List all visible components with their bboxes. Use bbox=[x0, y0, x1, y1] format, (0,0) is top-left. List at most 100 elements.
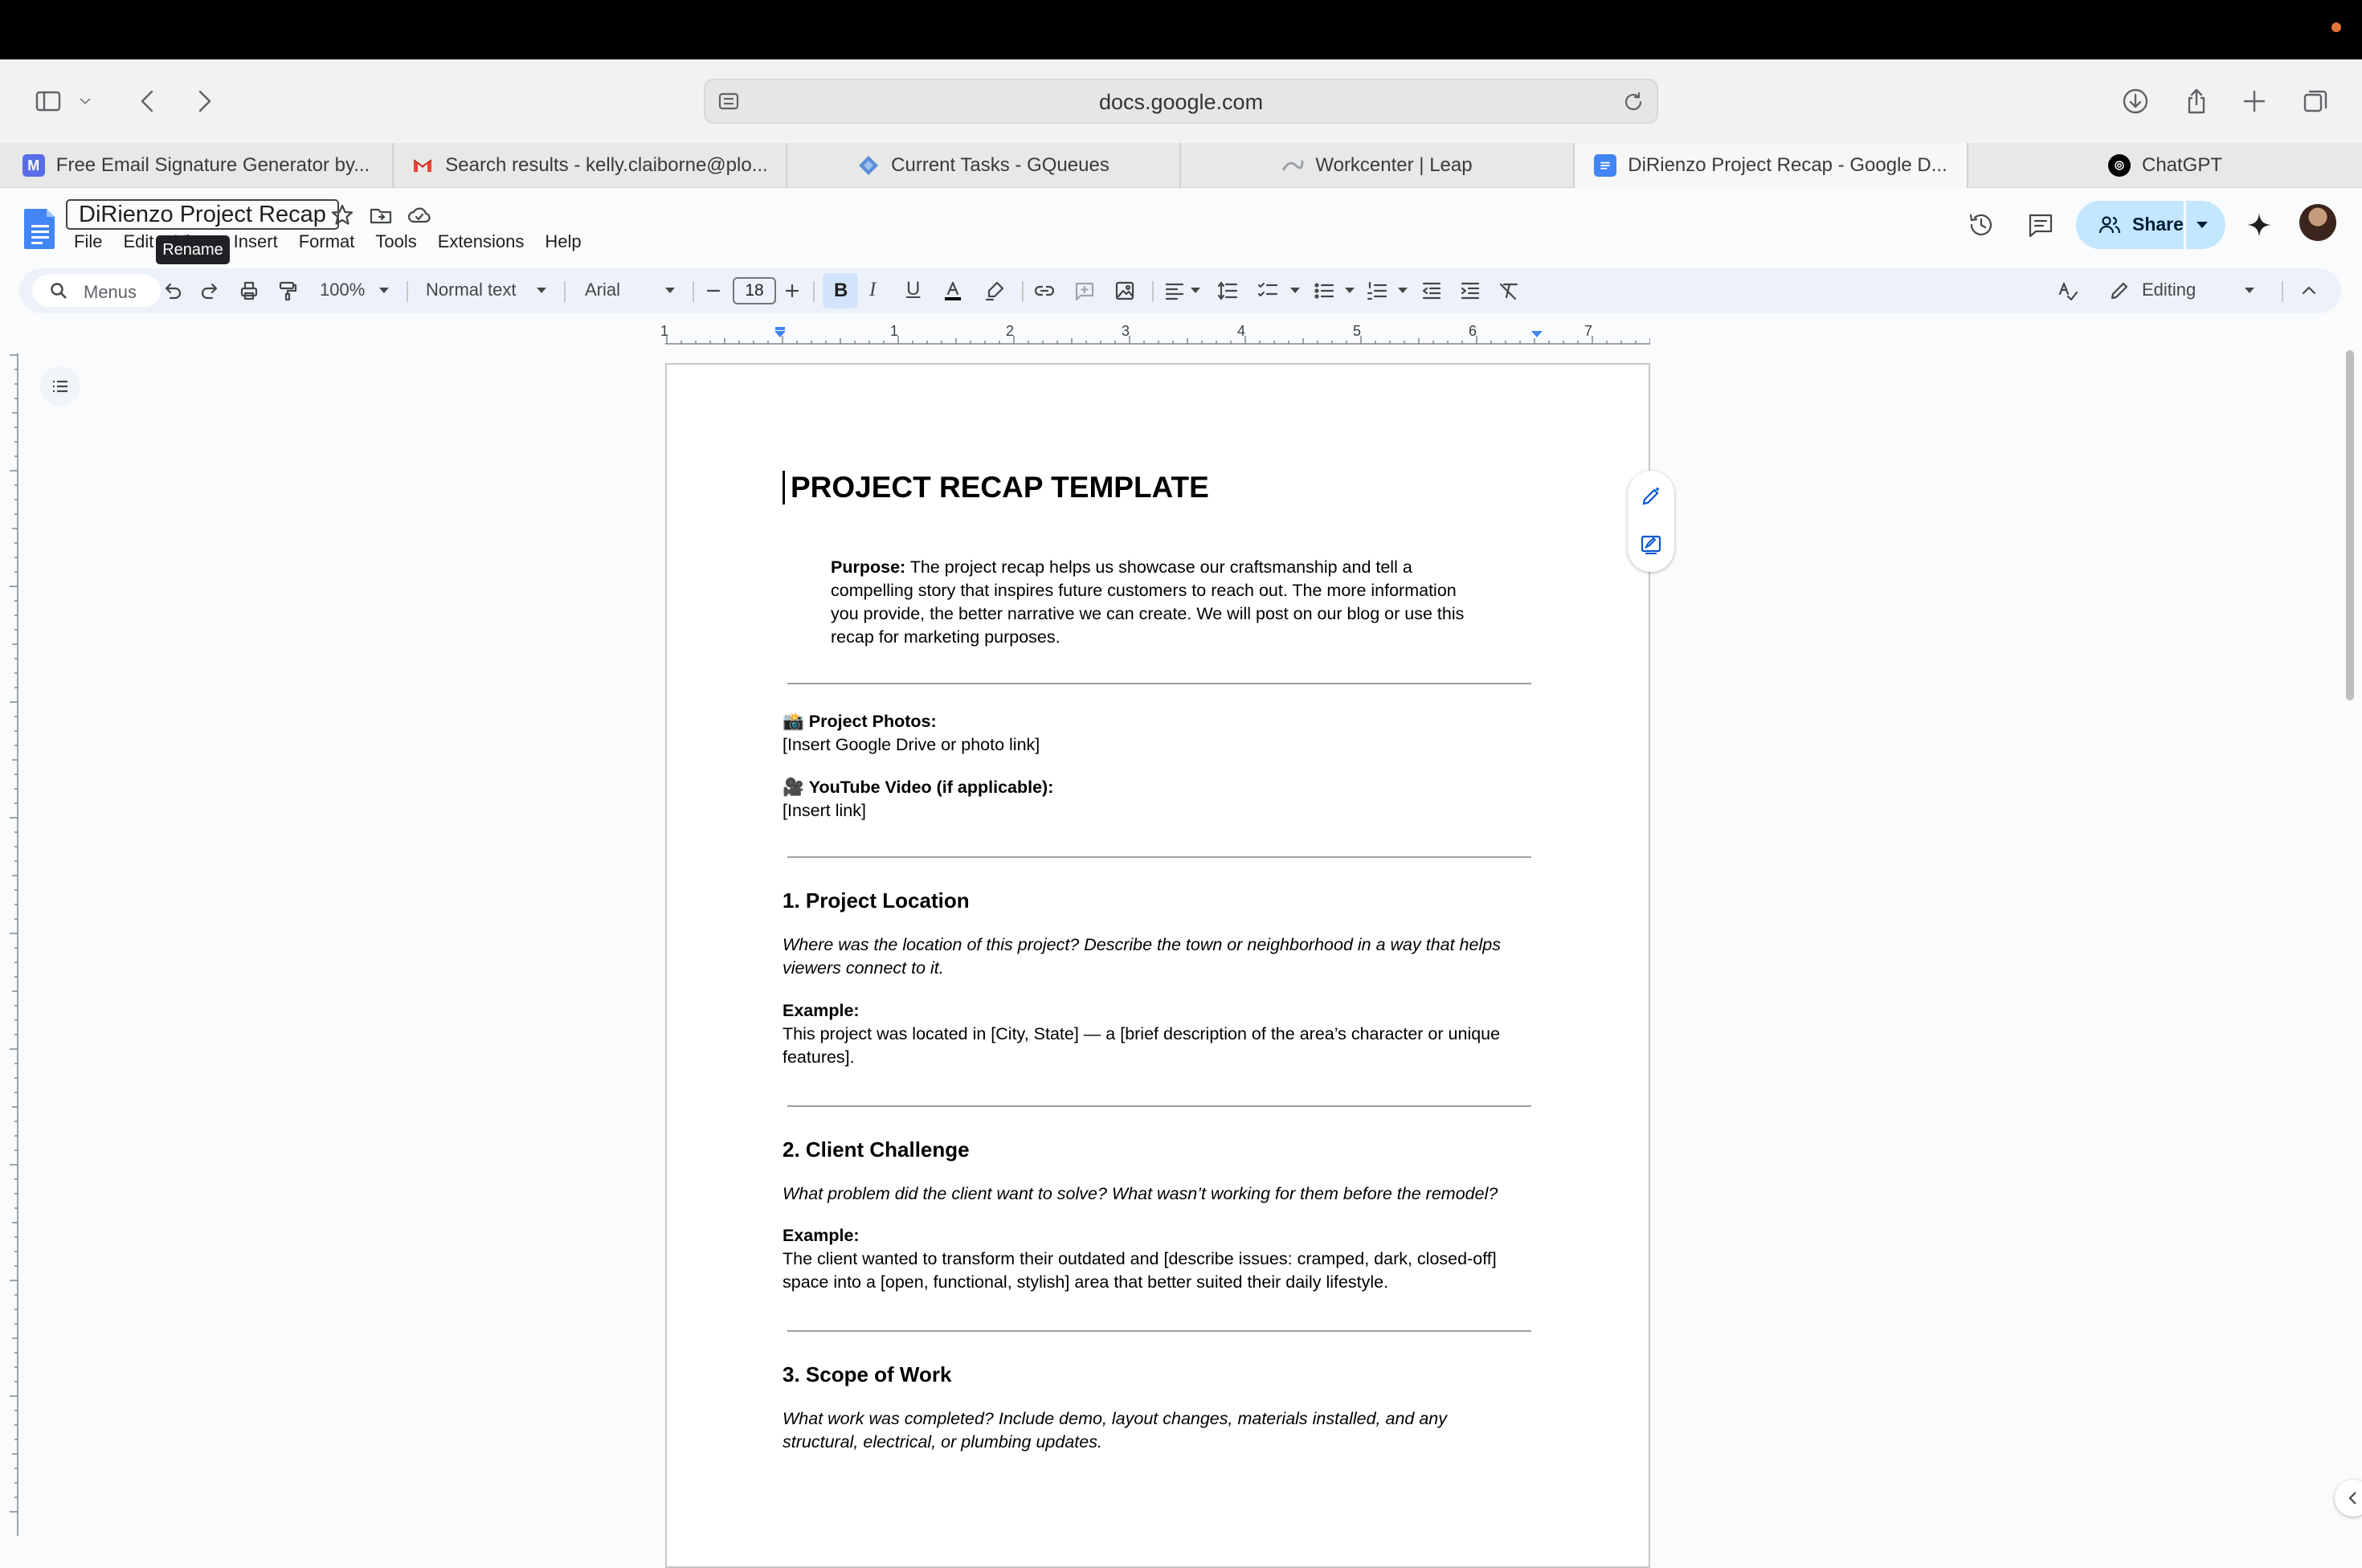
print-icon[interactable] bbox=[238, 280, 260, 302]
menu-file[interactable]: File bbox=[74, 231, 112, 252]
left-indent-marker[interactable] bbox=[774, 331, 786, 337]
download-icon[interactable] bbox=[2116, 82, 2155, 120]
section-heading[interactable]: 1. Project Location bbox=[783, 888, 970, 913]
editing-mode-select[interactable]: Editing bbox=[2142, 280, 2196, 300]
tab-email-signature[interactable]: M Free Email Signature Generator by... bbox=[0, 143, 394, 188]
project-photos-block[interactable]: 📸 Project Photos: [Insert Google Drive o… bbox=[783, 710, 1040, 757]
zoom-caret-icon[interactable] bbox=[379, 288, 389, 293]
video-link-placeholder: [Insert link] bbox=[783, 801, 866, 820]
section-heading[interactable]: 2. Client Challenge bbox=[783, 1137, 970, 1162]
section-prompt[interactable]: What work was completed? Include demo, l… bbox=[783, 1407, 1447, 1454]
insert-link-icon[interactable] bbox=[1033, 280, 1056, 302]
help-me-write-icon[interactable] bbox=[1640, 485, 1662, 508]
checklist-caret-icon[interactable] bbox=[1290, 288, 1300, 293]
right-indent-marker[interactable] bbox=[1531, 331, 1543, 337]
reload-icon[interactable] bbox=[1620, 88, 1647, 116]
chevron-down-icon[interactable] bbox=[76, 82, 95, 120]
font-select[interactable]: Arial bbox=[585, 280, 620, 300]
menu-tools[interactable]: Tools bbox=[375, 231, 426, 252]
prompt-line: viewers connect to it. bbox=[783, 958, 944, 978]
cloud-saved-icon[interactable] bbox=[407, 202, 432, 228]
prompt-line: structural, electrical, or plumbing upda… bbox=[783, 1432, 1102, 1452]
redo-icon[interactable] bbox=[199, 280, 222, 302]
vertical-ruler[interactable] bbox=[0, 353, 19, 1536]
section-heading[interactable]: 3. Scope of Work bbox=[783, 1362, 951, 1387]
numbered-list-icon[interactable] bbox=[1366, 280, 1388, 302]
align-caret-icon[interactable] bbox=[1191, 288, 1200, 293]
new-tab-icon[interactable] bbox=[2235, 82, 2274, 120]
increase-font-size-icon[interactable] bbox=[783, 280, 802, 302]
editing-mode-caret-icon[interactable] bbox=[2245, 288, 2254, 293]
underline-icon[interactable]: U bbox=[906, 278, 920, 300]
add-comment-icon[interactable] bbox=[1073, 280, 1096, 302]
menu-format[interactable]: Format bbox=[299, 231, 365, 252]
increase-indent-icon[interactable] bbox=[1459, 280, 1481, 302]
section-example[interactable]: Example: The client wanted to transform … bbox=[783, 1224, 1497, 1294]
avatar[interactable] bbox=[2299, 204, 2336, 241]
tab-gqueues[interactable]: Current Tasks - GQueues bbox=[787, 143, 1181, 188]
gemini-sparkle-icon[interactable] bbox=[2245, 210, 2274, 239]
share-page-icon[interactable] bbox=[2177, 82, 2216, 120]
document-page[interactable]: PROJECT RECAP TEMPLATE Purpose: The proj… bbox=[665, 363, 1650, 1568]
share-button[interactable]: Share bbox=[2076, 201, 2225, 249]
menu-insert[interactable]: Insert bbox=[234, 231, 288, 252]
comments-icon[interactable] bbox=[2026, 210, 2055, 239]
document-heading[interactable]: PROJECT RECAP TEMPLATE bbox=[791, 471, 1209, 504]
document-title-input[interactable]: DiRienzo Project Recap bbox=[66, 199, 339, 230]
clear-formatting-icon[interactable] bbox=[1498, 280, 1520, 302]
bulleted-list-caret-icon[interactable] bbox=[1345, 288, 1355, 293]
style-caret-icon[interactable] bbox=[537, 288, 546, 293]
hide-menus-chevron-up-icon[interactable] bbox=[2298, 280, 2320, 302]
tab-chatgpt[interactable]: ChatGPT bbox=[1968, 143, 2362, 188]
menus-search-input[interactable]: Menus bbox=[32, 275, 161, 307]
section-prompt[interactable]: What problem did the client want to solv… bbox=[783, 1182, 1498, 1206]
sidebar-toggle-icon[interactable] bbox=[29, 82, 67, 120]
bulleted-list-icon[interactable] bbox=[1313, 280, 1335, 302]
youtube-video-block[interactable]: 🎥 YouTube Video (if applicable): [Insert… bbox=[783, 776, 1053, 823]
purpose-paragraph[interactable]: Purpose: The project recap helps us show… bbox=[831, 556, 1522, 649]
decrease-font-size-icon[interactable] bbox=[704, 280, 723, 302]
gmail-icon bbox=[411, 154, 434, 177]
forward-arrow-icon[interactable] bbox=[185, 82, 223, 120]
align-left-icon[interactable] bbox=[1163, 280, 1186, 302]
highlight-color-icon[interactable] bbox=[983, 280, 1006, 302]
document-outline-button[interactable] bbox=[40, 366, 80, 406]
move-folder-icon[interactable] bbox=[368, 202, 394, 228]
horizontal-ruler[interactable] bbox=[665, 323, 1650, 345]
spelling-check-icon[interactable] bbox=[2057, 280, 2079, 302]
font-size-input[interactable]: 18 bbox=[733, 277, 776, 304]
italic-icon[interactable]: I bbox=[869, 279, 876, 301]
checklist-icon[interactable] bbox=[1257, 280, 1279, 302]
docs-logo-icon[interactable] bbox=[24, 207, 56, 251]
undo-icon[interactable] bbox=[161, 280, 183, 302]
text-color-icon[interactable] bbox=[942, 280, 964, 302]
style-select[interactable]: Normal text bbox=[426, 280, 516, 300]
vertical-scrollbar[interactable] bbox=[2346, 350, 2354, 700]
purpose-line: The project recap helps us showcase our … bbox=[905, 557, 1412, 577]
share-dropdown-icon[interactable] bbox=[2196, 222, 2208, 228]
zoom-select[interactable]: 100% bbox=[320, 280, 365, 300]
numbered-list-caret-icon[interactable] bbox=[1398, 288, 1408, 293]
menu-help[interactable]: Help bbox=[545, 231, 590, 252]
font-caret-icon[interactable] bbox=[665, 288, 675, 293]
tab-gmail-search[interactable]: Search results - kelly.claiborne@plo... bbox=[394, 143, 787, 188]
tab-dirienzo-doc[interactable]: DiRienzo Project Recap - Google D... bbox=[1575, 143, 1968, 188]
first-line-indent-marker[interactable] bbox=[775, 327, 785, 330]
line-spacing-icon[interactable] bbox=[1216, 280, 1239, 302]
star-icon[interactable] bbox=[329, 202, 355, 228]
back-arrow-icon[interactable] bbox=[129, 82, 167, 120]
section-example[interactable]: Example: This project was located in [Ci… bbox=[783, 999, 1500, 1069]
paint-format-icon[interactable] bbox=[276, 280, 299, 302]
bold-button[interactable]: B bbox=[823, 273, 858, 308]
address-bar[interactable]: docs.google.com bbox=[704, 79, 1658, 124]
tab-workcenter-leap[interactable]: Workcenter | Leap bbox=[1181, 143, 1575, 188]
version-history-icon[interactable] bbox=[1967, 210, 1996, 239]
horizontal-rule bbox=[787, 1330, 1531, 1332]
suggest-edits-icon[interactable] bbox=[1640, 533, 1662, 556]
section-prompt[interactable]: Where was the location of this project? … bbox=[783, 933, 1501, 980]
side-panel-toggle-button[interactable] bbox=[2335, 1480, 2362, 1517]
insert-image-icon[interactable] bbox=[1114, 280, 1136, 302]
menu-extensions[interactable]: Extensions bbox=[438, 231, 534, 252]
decrease-indent-icon[interactable] bbox=[1420, 280, 1443, 302]
tab-overview-icon[interactable] bbox=[2296, 82, 2335, 120]
